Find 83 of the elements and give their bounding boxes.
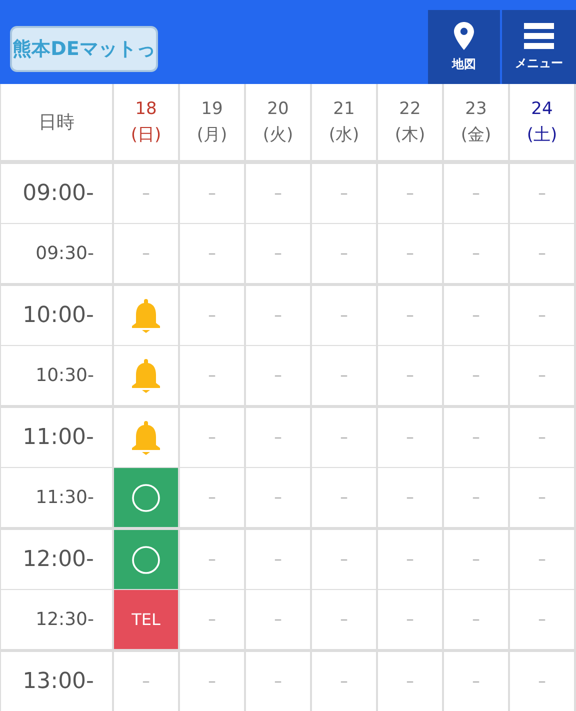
unavailable-mark: －: [535, 244, 549, 262]
unavailable-mark: －: [535, 184, 549, 202]
unavailable-mark: －: [205, 488, 219, 506]
unavailable-mark: －: [205, 672, 219, 690]
unavailable-mark: －: [403, 488, 417, 506]
unavailable-mark: －: [535, 428, 549, 446]
nav-button[interactable]: 地図: [428, 10, 500, 84]
menu-icon: [524, 22, 554, 48]
unavailable-mark: －: [205, 306, 219, 324]
unavailable-mark: －: [271, 610, 285, 628]
unavailable-mark: －: [469, 244, 483, 262]
unavailable-mark: －: [337, 428, 351, 446]
unavailable-mark: －: [403, 672, 417, 690]
bell-icon: [131, 298, 161, 332]
unavailable-mark: －: [403, 550, 417, 568]
time-label: 09:30-: [1, 224, 114, 284]
unavailable-mark: －: [469, 672, 483, 690]
unavailable-mark: －: [403, 428, 417, 446]
tel-button[interactable]: TEL: [114, 590, 178, 649]
available-slot[interactable]: [114, 468, 178, 527]
unavailable-mark: －: [337, 306, 351, 324]
date-header: 19 (月): [180, 84, 246, 162]
time-label: 11:00-: [1, 406, 114, 468]
unavailable-mark: －: [469, 428, 483, 446]
unavailable-mark: －: [205, 244, 219, 262]
unavailable-mark: －: [535, 672, 549, 690]
unavailable-mark: －: [271, 366, 285, 384]
date-header: 23 (金): [444, 84, 510, 162]
unavailable-mark: －: [271, 306, 285, 324]
date-header: 21 (水): [312, 84, 378, 162]
unavailable-mark: －: [337, 610, 351, 628]
unavailable-mark: －: [337, 550, 351, 568]
time-label: 09:00-: [1, 162, 114, 224]
unavailable-mark: －: [139, 244, 153, 262]
unavailable-mark: －: [469, 184, 483, 202]
unavailable-mark: －: [535, 366, 549, 384]
unavailable-mark: －: [205, 610, 219, 628]
circle-icon: [131, 482, 161, 512]
unavailable-mark: －: [271, 672, 285, 690]
date-header: 22 (木): [378, 84, 444, 162]
unavailable-mark: －: [469, 366, 483, 384]
unavailable-mark: －: [337, 244, 351, 262]
unavailable-mark: －: [403, 244, 417, 262]
unavailable-mark: －: [535, 488, 549, 506]
unavailable-mark: －: [535, 306, 549, 324]
unavailable-mark: －: [535, 610, 549, 628]
column-header: 日時: [1, 84, 114, 162]
date-header: 24 (土): [510, 84, 576, 162]
unavailable-mark: －: [469, 306, 483, 324]
unavailable-mark: －: [271, 184, 285, 202]
unavailable-mark: －: [403, 306, 417, 324]
circle-icon: [131, 544, 161, 574]
unavailable-mark: －: [469, 488, 483, 506]
time-label: 13:00-: [1, 650, 114, 711]
date-header: 20 (火): [246, 84, 312, 162]
unavailable-mark: －: [271, 550, 285, 568]
unavailable-mark: －: [535, 550, 549, 568]
unavailable-mark: －: [337, 366, 351, 384]
time-label: 10:30-: [1, 346, 114, 406]
unavailable-mark: －: [469, 550, 483, 568]
unavailable-mark: －: [337, 184, 351, 202]
unavailable-mark: －: [271, 428, 285, 446]
available-slot[interactable]: [114, 530, 178, 589]
unavailable-mark: －: [139, 672, 153, 690]
unavailable-mark: －: [205, 550, 219, 568]
unavailable-mark: －: [271, 244, 285, 262]
nav-button[interactable]: メニュー: [502, 10, 576, 84]
unavailable-mark: －: [205, 428, 219, 446]
map-pin-icon: [454, 22, 474, 50]
unavailable-mark: －: [403, 610, 417, 628]
date-header: 18 (日): [114, 84, 180, 162]
unavailable-mark: －: [139, 184, 153, 202]
bell-icon: [131, 358, 161, 392]
unavailable-mark: －: [205, 184, 219, 202]
time-label: 10:00-: [1, 284, 114, 346]
unavailable-mark: －: [337, 672, 351, 690]
unavailable-mark: －: [469, 610, 483, 628]
bell-icon: [131, 420, 161, 454]
unavailable-mark: －: [205, 366, 219, 384]
unavailable-mark: －: [337, 488, 351, 506]
unavailable-mark: －: [271, 488, 285, 506]
unavailable-mark: －: [403, 184, 417, 202]
unavailable-mark: －: [403, 366, 417, 384]
